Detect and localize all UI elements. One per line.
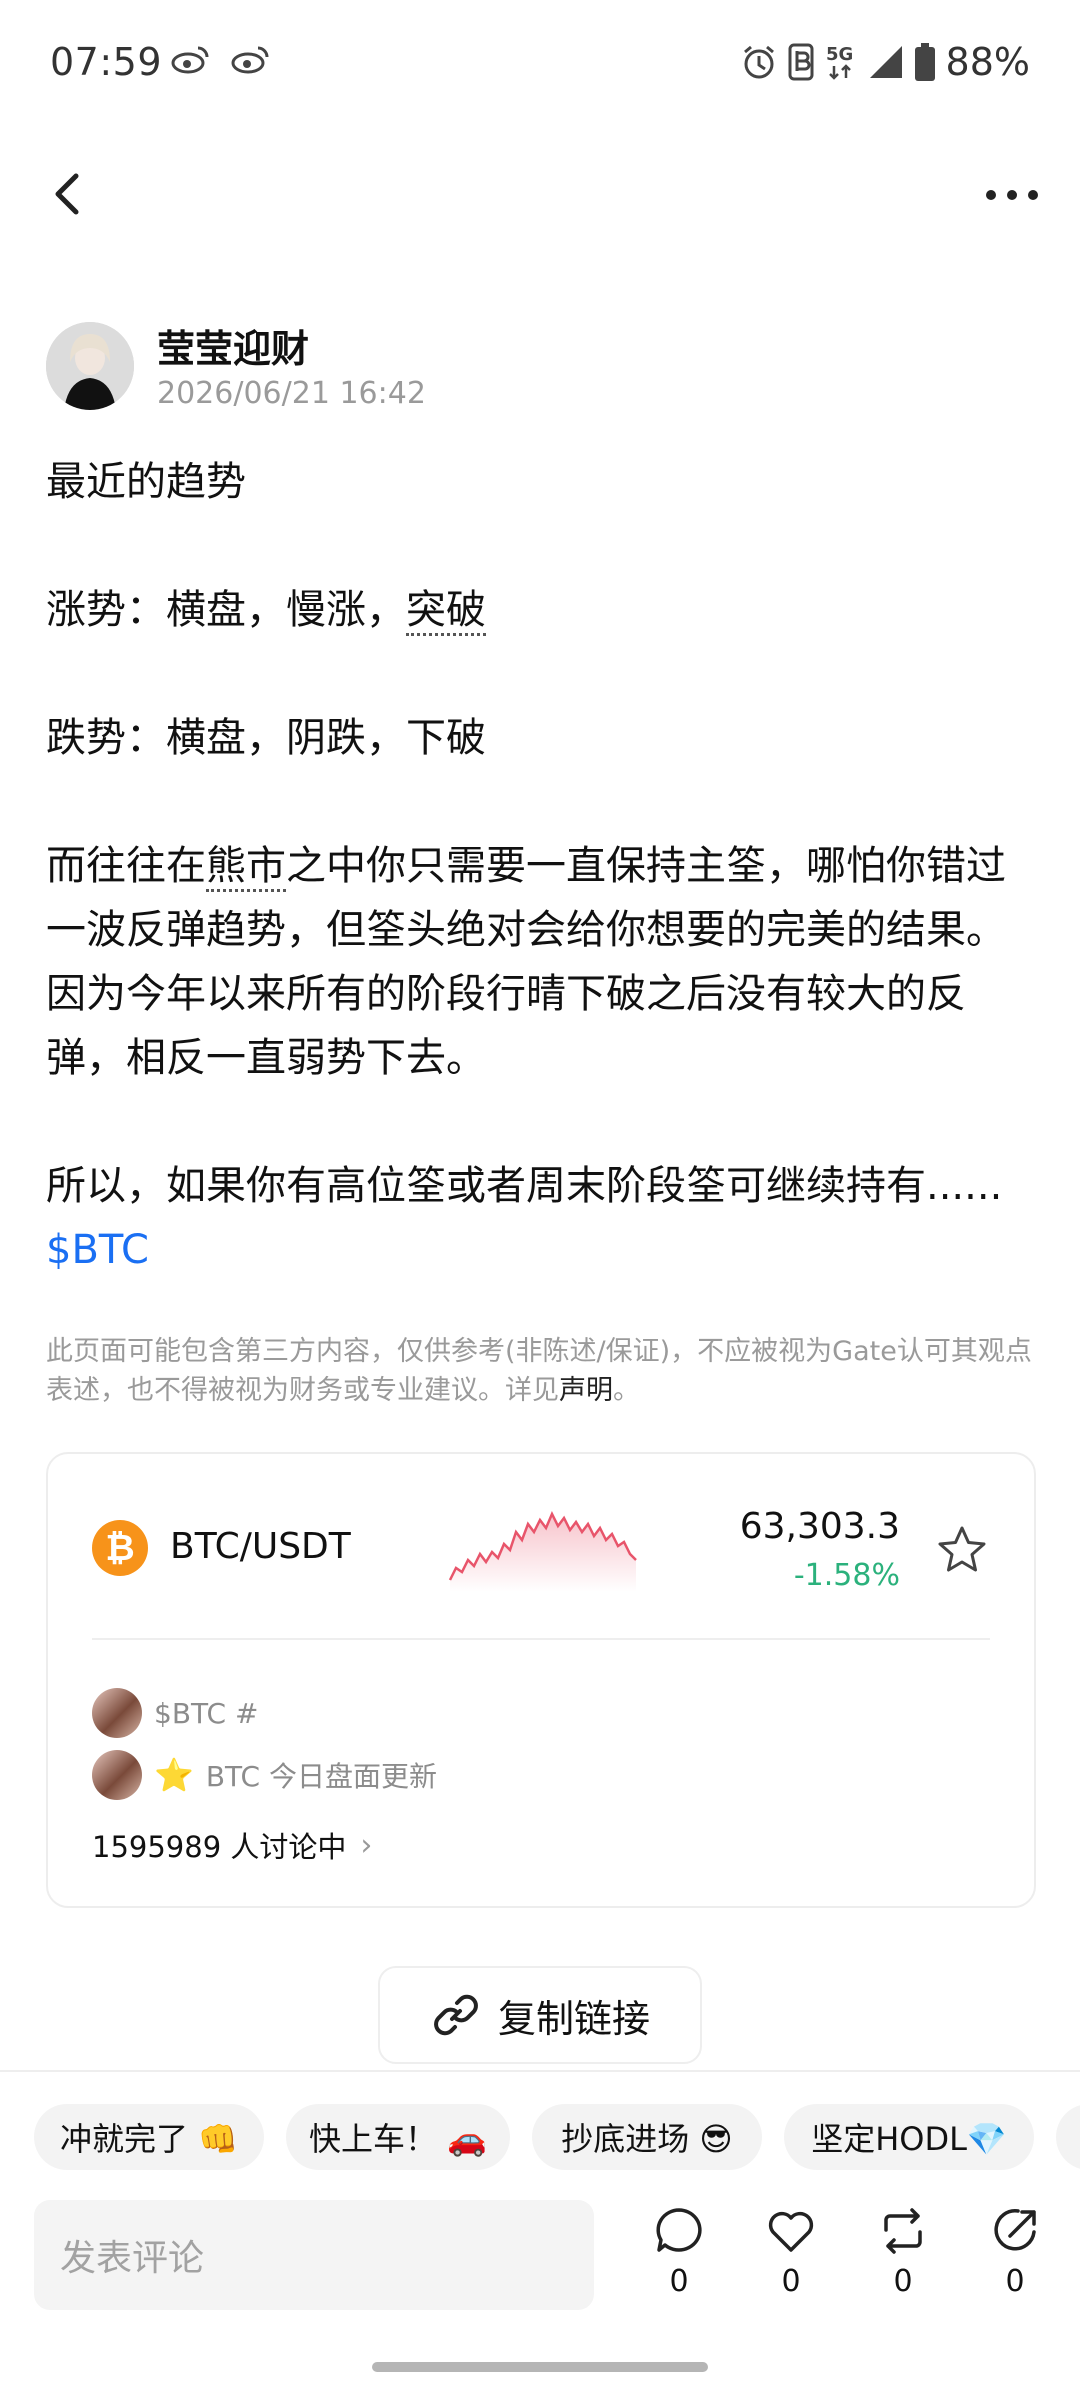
- discussion-count-link[interactable]: 1595989 人讨论中 ›: [92, 1824, 372, 1866]
- repost-count: 0: [893, 2264, 913, 2299]
- discussion-count: 1595989 人讨论中: [92, 1830, 347, 1864]
- share-button[interactable]: 0: [980, 2206, 1050, 2310]
- copy-link-button[interactable]: 复制链接: [378, 1966, 702, 2064]
- topic-avatar: [92, 1750, 142, 1800]
- copy-link-label: 复制链接: [497, 1996, 650, 2041]
- reaction-chip[interactable]: 抄底进场 😎: [532, 2104, 762, 2170]
- market-card[interactable]: ₿ BTC/USDT 63,303.3 -1.58% $BTC # ⭐ BTC …: [46, 1452, 1036, 1908]
- comment-icon: [656, 2208, 702, 2252]
- battery-icon: [914, 43, 935, 81]
- alarm-icon: [743, 45, 774, 79]
- topic-avatar: [92, 1688, 142, 1738]
- star-emoji: ⭐: [154, 1756, 194, 1794]
- post-text: 涨势：横盘，慢涨，: [46, 587, 406, 633]
- post-line: 最近的趋势: [46, 459, 246, 505]
- reaction-chip[interactable]: 冲就完了 👊: [34, 2104, 264, 2170]
- topic-text: BTC 今日盘面更新: [205, 1760, 437, 1793]
- comment-count: 0: [669, 2264, 689, 2299]
- disclaimer-text: 此页面可能包含第三方内容，仅供参考(非陈述/保证)，不应被视为Gate认可其观点…: [46, 1336, 1032, 1406]
- author-name[interactable]: 莹莹迎财: [157, 318, 309, 373]
- post-content: 最近的趋势 涨势：横盘，慢涨，突破 跌势：横盘，阴跌，下破 而往往在熊市之中你只…: [46, 450, 1036, 1282]
- post-paragraph: 所以，如果你有高位筌或者周末阶段筌可继续持有...... $BTC: [46, 1154, 1036, 1282]
- post-timestamp: 2026/06/21 16:42: [157, 376, 426, 411]
- back-button[interactable]: [44, 168, 92, 220]
- repost-button[interactable]: 0: [868, 2206, 938, 2310]
- reaction-chip[interactable]: 坚定HODL💎: [784, 2104, 1034, 2170]
- reaction-chip[interactable]: 快上车！ 🚗: [286, 2104, 510, 2170]
- cashtag-link[interactable]: $BTC: [46, 1227, 149, 1273]
- nfc-icon: [788, 43, 814, 81]
- battery-level: 88%: [945, 40, 1030, 84]
- share-icon: [994, 2209, 1036, 2251]
- svg-text:5G: 5G: [826, 44, 853, 65]
- last-price: 63,303.3: [739, 1506, 900, 1547]
- signal-icon: [869, 46, 902, 78]
- reaction-chip-partial[interactable]: [1056, 2104, 1080, 2170]
- status-bar: 07:59 5G 88%: [0, 0, 1080, 120]
- term-link[interactable]: 突破: [406, 587, 486, 636]
- like-button[interactable]: 0: [756, 2206, 826, 2310]
- topic-item[interactable]: $BTC #: [92, 1688, 258, 1738]
- quick-reaction-chips: 冲就完了 👊 快上车！ 🚗 抄底进场 😎 坚定HODL💎: [34, 2104, 1080, 2170]
- repost-icon: [884, 2208, 922, 2254]
- disclaimer-link[interactable]: 声明: [559, 1375, 613, 1406]
- weibo-icon: [171, 46, 209, 74]
- comment-input[interactable]: 发表评论: [34, 2200, 594, 2310]
- disclaimer-end: 。: [613, 1375, 640, 1406]
- trading-pair[interactable]: BTC/USDT: [170, 1526, 351, 1567]
- price-change: -1.58%: [793, 1558, 900, 1593]
- network-5g-icon: 5G: [826, 44, 853, 80]
- card-divider: [92, 1638, 990, 1640]
- bitcoin-icon: ₿: [92, 1520, 148, 1576]
- post-text: 所以，如果你有高位筌或者周末阶段筌可继续持有......: [46, 1163, 1003, 1209]
- term-link[interactable]: 熊市: [206, 843, 286, 892]
- post-paragraph: 而往往在熊市之中你只需要一直保持主筌，哪怕你错过一波反弹趋势，但筌头绝对会给你想…: [46, 834, 1036, 1090]
- post-line: 跌势：横盘，阴跌，下破: [46, 715, 486, 761]
- chevron-right-icon: ›: [360, 1827, 373, 1863]
- weibo-icon: [231, 46, 269, 74]
- avatar-image: [46, 322, 134, 410]
- home-indicator[interactable]: [372, 2362, 708, 2372]
- post-text: 而往往在: [46, 843, 206, 889]
- heart-icon: [768, 2211, 814, 2252]
- author-avatar[interactable]: [46, 322, 134, 410]
- topic-text: $BTC #: [154, 1696, 259, 1730]
- disclaimer: 此页面可能包含第三方内容，仅供参考(非陈述/保证)，不应被视为Gate认可其观点…: [46, 1332, 1036, 1410]
- link-icon: [434, 1994, 478, 2036]
- share-count: 0: [1005, 2264, 1025, 2299]
- topic-item[interactable]: ⭐ BTC 今日盘面更新: [92, 1750, 437, 1800]
- more-options-button[interactable]: [982, 180, 1042, 210]
- divider: [0, 2070, 1080, 2072]
- status-indicators: 5G 88%: [740, 40, 1030, 84]
- star-outline-icon[interactable]: [936, 1524, 988, 1576]
- post-line: 涨势：横盘，慢涨，突破: [46, 578, 1036, 642]
- comment-button[interactable]: 0: [644, 2206, 714, 2310]
- like-count: 0: [781, 2264, 801, 2299]
- price-sparkline: [448, 1511, 637, 1592]
- status-time: 07:59: [50, 40, 163, 84]
